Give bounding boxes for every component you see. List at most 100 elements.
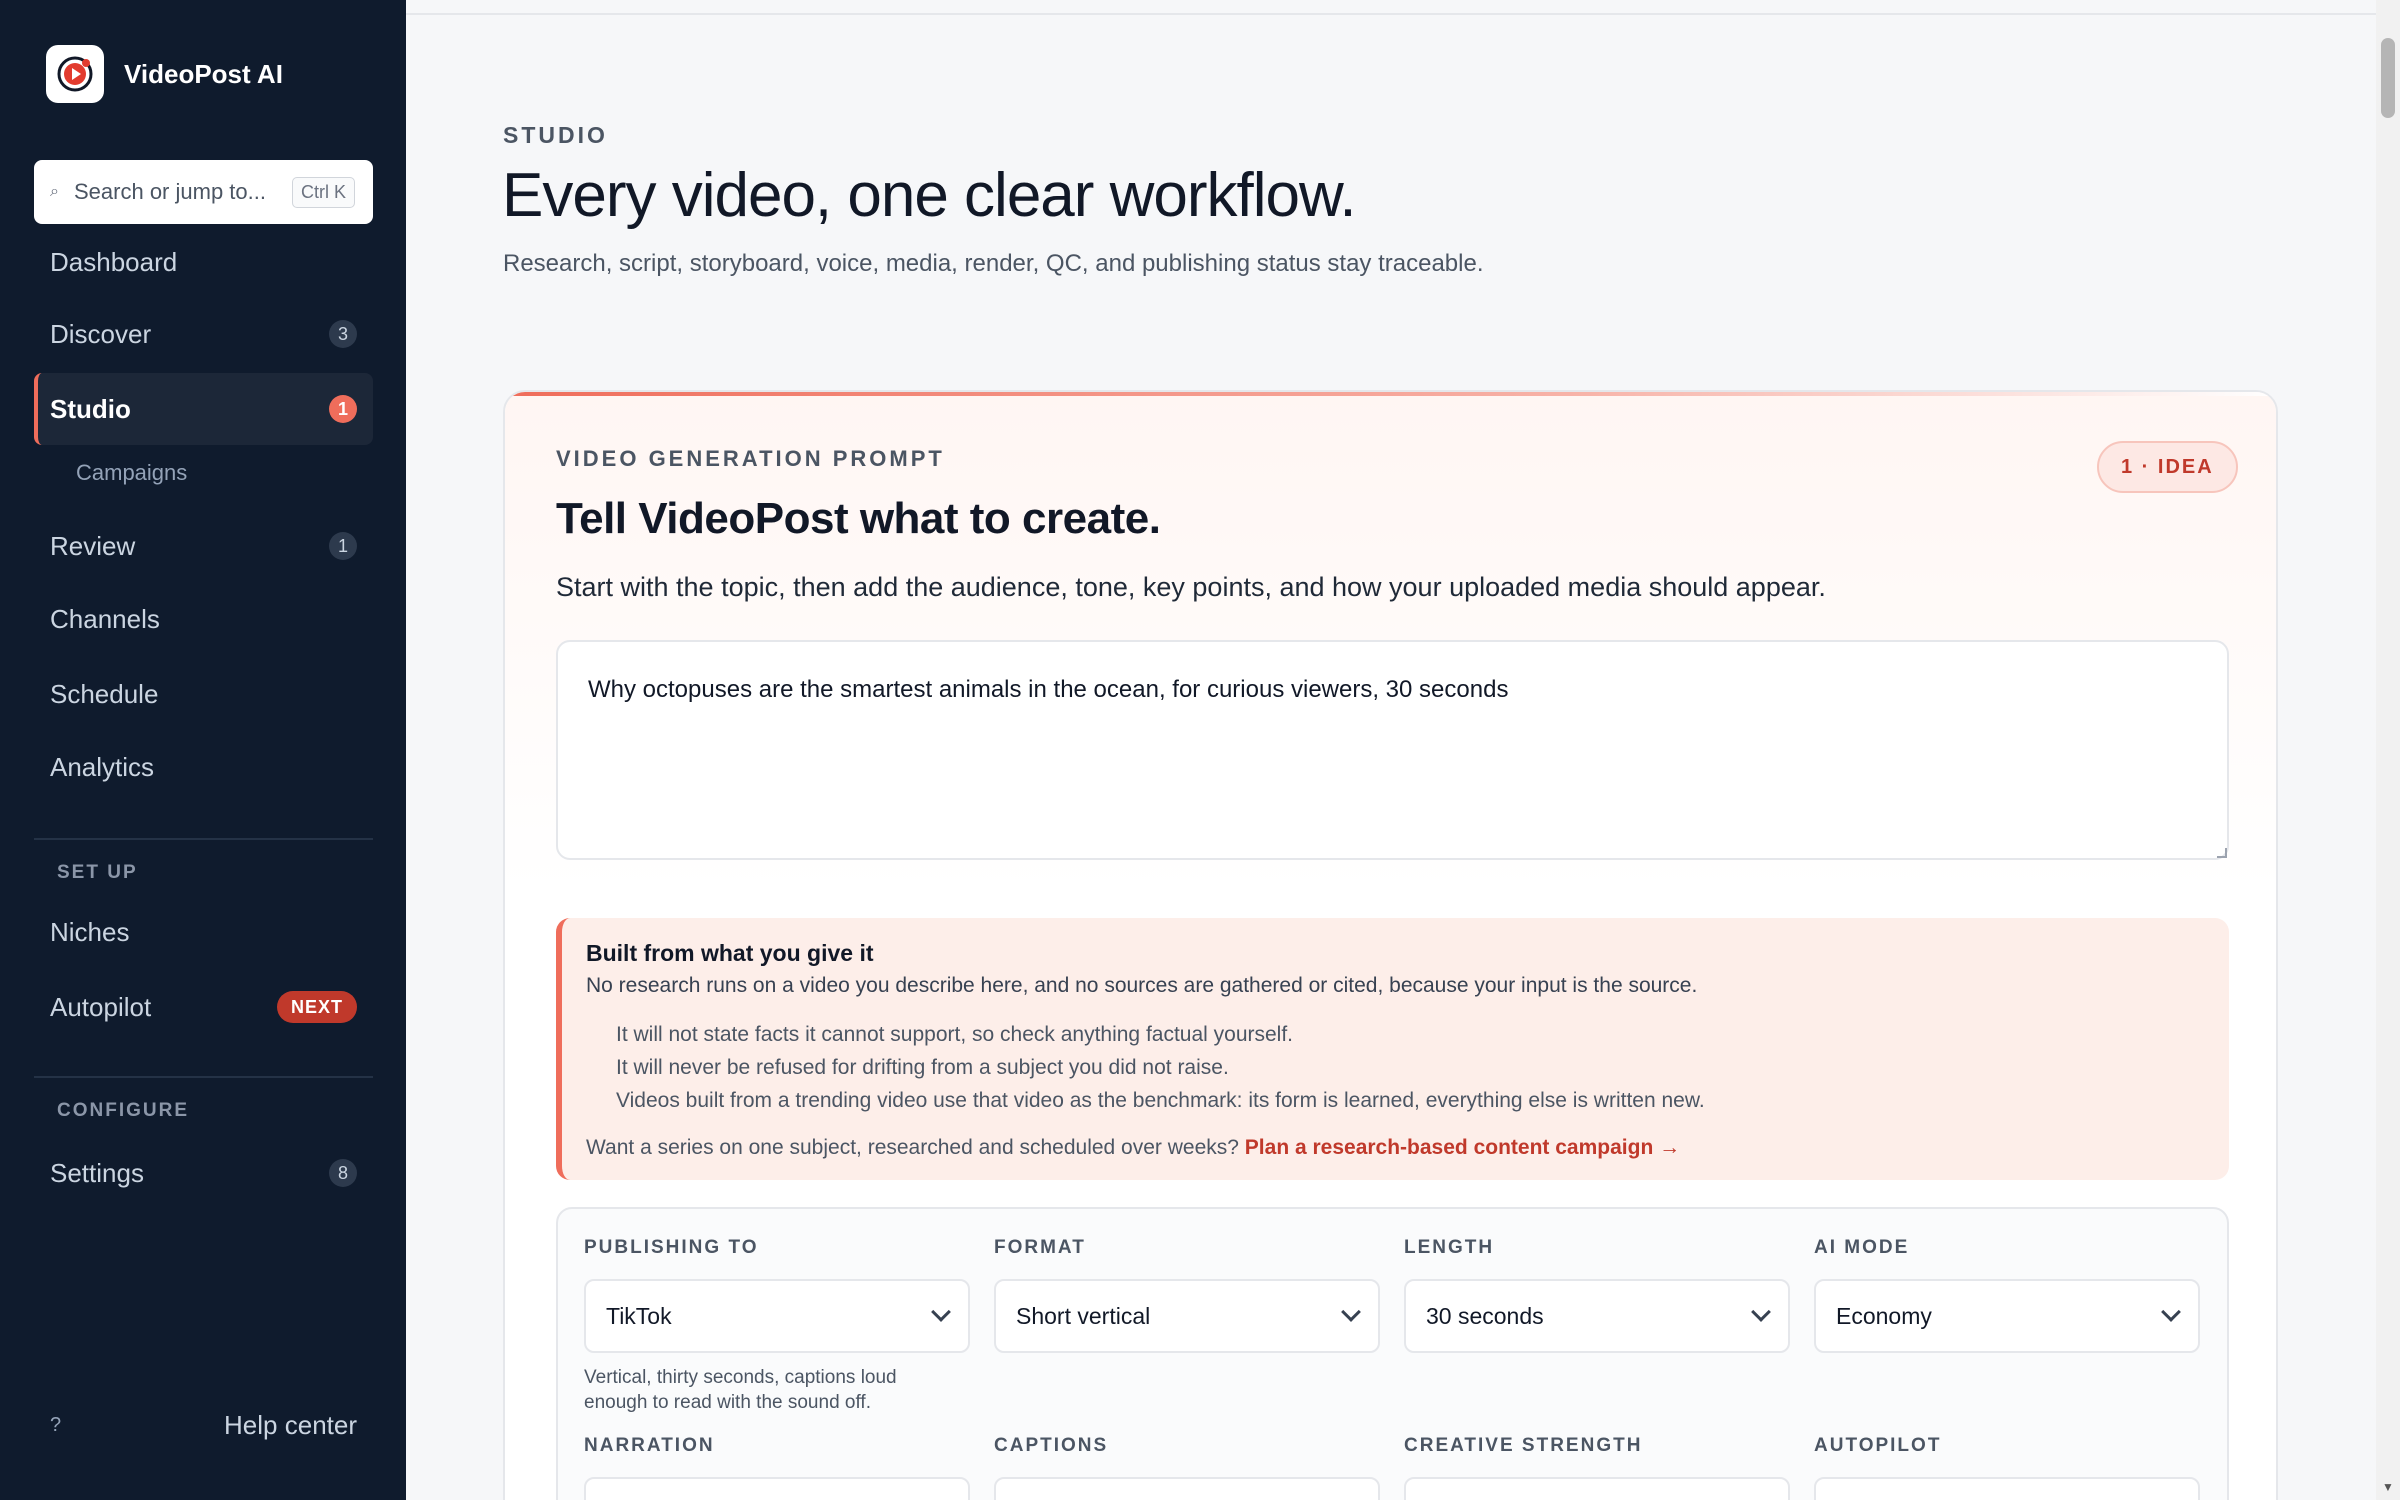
step-badge: 1 · IDEA: [2097, 441, 2238, 493]
section-label-setup: SET UP: [57, 862, 138, 883]
notice-title: Built from what you give it: [586, 940, 874, 966]
ai-mode-field: AI MODE Economy: [1814, 1237, 2200, 1353]
help-icon: ?: [50, 1414, 62, 1436]
scroll-down-arrow-icon[interactable]: ▼: [2382, 1480, 2394, 1494]
nav-label: Review: [50, 530, 136, 561]
count-badge: 3: [329, 320, 357, 348]
card-eyebrow: VIDEO GENERATION PROMPT: [556, 446, 945, 471]
field-label: NARRATION: [584, 1435, 715, 1456]
card-description: Start with the topic, then add the audie…: [556, 572, 1826, 602]
sidebar-divider: [34, 1076, 373, 1078]
notice-point: It will never be refused for drifting fr…: [616, 1056, 1229, 1079]
count-badge: 8: [329, 1159, 357, 1187]
length-field: LENGTH 30 seconds: [1404, 1237, 1790, 1353]
campaign-link[interactable]: Plan a research-based content campaign →: [1245, 1136, 1680, 1159]
nav-label: Channels: [50, 603, 160, 634]
field-label: CAPTIONS: [994, 1435, 1109, 1456]
scroll-thumb[interactable]: [2381, 38, 2395, 118]
nav-label: Dashboard: [50, 246, 178, 277]
shortcut-hint: Ctrl K: [292, 176, 355, 208]
nav-schedule[interactable]: Schedule: [34, 658, 373, 730]
chevron-down-icon: [931, 1302, 951, 1322]
select-value: Economy: [1836, 1302, 1932, 1329]
captions-field: CAPTIONS: [994, 1435, 1380, 1500]
page-eyebrow: STUDIO: [503, 122, 608, 148]
length-select[interactable]: 30 seconds: [1404, 1279, 1790, 1353]
sidebar-divider: [34, 838, 373, 840]
page-title: Every video, one clear workflow.: [502, 161, 1357, 230]
creative-strength-select[interactable]: [1404, 1477, 1790, 1500]
next-badge: NEXT: [276, 991, 357, 1023]
narration-select[interactable]: [584, 1477, 970, 1500]
nav-label: Studio: [50, 393, 131, 424]
notice-footer: Want a series on one subject, researched…: [586, 1136, 1680, 1160]
select-value: TikTok: [606, 1302, 672, 1329]
publishing-select[interactable]: TikTok: [584, 1279, 970, 1353]
scrollbar[interactable]: ▼: [2376, 0, 2400, 1500]
select-value: Short vertical: [1016, 1302, 1151, 1329]
nav-discover[interactable]: Discover 3: [34, 298, 373, 370]
field-label: FORMAT: [994, 1237, 1086, 1258]
search-icon: ⌕: [50, 183, 59, 200]
nav-label: Settings: [50, 1157, 144, 1188]
autopilot-select[interactable]: [1814, 1477, 2200, 1500]
play-logo-icon: [46, 45, 104, 103]
brand[interactable]: VideoPost AI: [46, 45, 283, 103]
section-label-configure: CONFIGURE: [57, 1100, 189, 1121]
notice-foot-text: Want a series on one subject, researched…: [586, 1136, 1239, 1159]
select-value: 30 seconds: [1426, 1302, 1544, 1329]
info-notice: Built from what you give it No research …: [556, 918, 2229, 1180]
notice-point: Videos built from a trending video use t…: [616, 1089, 1705, 1112]
nav-channels[interactable]: Channels: [34, 583, 373, 655]
field-label: LENGTH: [1404, 1237, 1495, 1258]
field-label: CREATIVE STRENGTH: [1404, 1435, 1643, 1456]
autopilot-field: AUTOPILOT: [1814, 1435, 2200, 1500]
help-center-link[interactable]: ? Help center: [50, 1410, 357, 1441]
chevron-down-icon: [1751, 1302, 1771, 1322]
nav-label: Schedule: [50, 678, 159, 709]
count-badge: 1: [329, 395, 357, 423]
chevron-down-icon: [2161, 1302, 2181, 1322]
notice-lead: No research runs on a video you describe…: [586, 974, 1698, 997]
nav-review[interactable]: Review 1: [34, 510, 373, 582]
publishing-field: PUBLISHING TO TikTok Vertical, thirty se…: [584, 1237, 970, 1415]
top-divider: [406, 13, 2376, 15]
prompt-card: VIDEO GENERATION PROMPT 1 · IDEA Tell Vi…: [503, 390, 2278, 1500]
ai-mode-select[interactable]: Economy: [1814, 1279, 2200, 1353]
brand-name: VideoPost AI: [124, 58, 283, 89]
resize-handle[interactable]: [2217, 848, 2227, 858]
narration-field: NARRATION: [584, 1435, 970, 1500]
field-label: AI MODE: [1814, 1237, 1910, 1258]
chevron-down-icon: [1341, 1302, 1361, 1322]
field-label: AUTOPILOT: [1814, 1435, 1942, 1456]
sidebar: VideoPost AI ⌕ Search or jump to... Ctrl…: [0, 0, 406, 1500]
nav-label: Analytics: [50, 751, 155, 782]
count-badge: 1: [329, 532, 357, 560]
search-input[interactable]: Search or jump to...: [74, 179, 292, 205]
nav-label: Niches: [50, 916, 130, 947]
nav-dashboard[interactable]: Dashboard: [34, 226, 373, 298]
nav-autopilot[interactable]: Autopilot NEXT: [34, 971, 373, 1043]
settings-panel: PUBLISHING TO TikTok Vertical, thirty se…: [556, 1207, 2229, 1500]
nav-studio[interactable]: Studio 1: [34, 373, 373, 445]
search-box[interactable]: ⌕ Search or jump to... Ctrl K: [34, 160, 373, 224]
creative-strength-field: CREATIVE STRENGTH: [1404, 1435, 1790, 1500]
nav-label: Autopilot: [50, 991, 152, 1022]
card-title: Tell VideoPost what to create.: [556, 494, 1161, 543]
nav-settings[interactable]: Settings 8: [34, 1137, 373, 1209]
notice-list: It will not state facts it cannot suppor…: [616, 1018, 1705, 1117]
nav-analytics[interactable]: Analytics: [34, 731, 373, 803]
captions-select[interactable]: [994, 1477, 1380, 1500]
card-accent: [505, 392, 2276, 396]
field-help: Vertical, thirty seconds, captions loud …: [584, 1367, 897, 1413]
help-label: Help center: [224, 1410, 357, 1440]
prompt-textarea[interactable]: Why octopuses are the smartest animals i…: [556, 640, 2229, 860]
field-label: PUBLISHING TO: [584, 1237, 759, 1258]
format-select[interactable]: Short vertical: [994, 1279, 1380, 1353]
nav-niches[interactable]: Niches: [34, 896, 373, 968]
nav-campaigns[interactable]: Campaigns: [76, 460, 187, 486]
page-subtitle: Research, script, storyboard, voice, med…: [503, 250, 1484, 277]
notice-point: It will not state facts it cannot suppor…: [616, 1023, 1294, 1046]
nav-label: Discover: [50, 318, 152, 349]
format-field: FORMAT Short vertical: [994, 1237, 1380, 1353]
